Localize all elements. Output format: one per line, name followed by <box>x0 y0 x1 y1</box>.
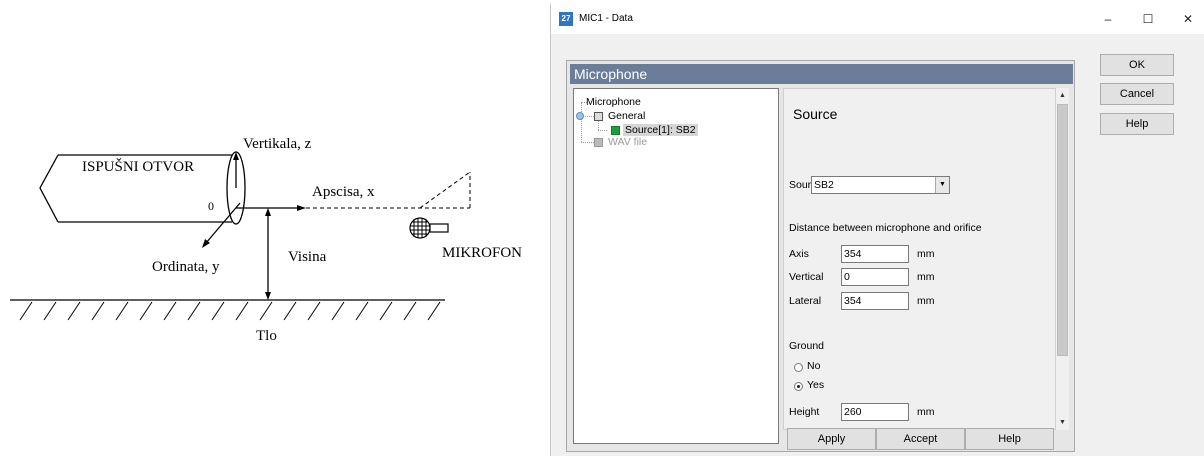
ground-heading: Ground <box>789 340 825 352</box>
window-body: Microphone Microphone General Source[1]:… <box>551 34 1204 456</box>
scroll-thumb[interactable] <box>1057 104 1068 356</box>
scroll-up-icon[interactable]: ▲ <box>1056 89 1069 102</box>
accept-button[interactable]: Accept <box>876 428 965 450</box>
mic-data-window: 27 MIC1 - Data – ☐ ✕ Microphone Micropho… <box>550 4 1204 456</box>
origin-label: 0 <box>208 199 214 213</box>
title-bar[interactable]: 27 MIC1 - Data – ☐ ✕ <box>551 4 1204 34</box>
tree-node-microphone[interactable]: Microphone <box>586 96 641 108</box>
scroll-down-icon[interactable]: ▼ <box>1056 416 1069 429</box>
exhaust-outlet-label: ISPUŠNI OTVOR <box>82 158 194 175</box>
vertical-axis-label: Vertikala, z <box>243 136 312 152</box>
height-label: Height <box>789 406 820 418</box>
height-arrow <box>265 208 271 300</box>
height-unit: mm <box>917 406 935 418</box>
ground-label: Tlo <box>256 328 277 344</box>
microphone-icon <box>409 217 449 239</box>
apply-button[interactable]: Apply <box>787 428 876 450</box>
source-node-icon <box>611 126 620 135</box>
chevron-down-icon[interactable]: ▼ <box>935 177 949 193</box>
tree-node-source-selected[interactable]: Source[1]: SB2 <box>623 124 698 136</box>
lateral-input[interactable]: 354 <box>841 292 909 310</box>
tree-node-general[interactable]: General <box>608 110 645 122</box>
axis-input[interactable]: 354 <box>841 245 909 263</box>
ground-no-label: No <box>807 360 821 372</box>
vertical-input[interactable]: 0 <box>841 268 909 286</box>
height-input[interactable]: 260 <box>841 403 909 421</box>
ground-hatching <box>10 299 445 321</box>
tree-node-wav-file[interactable]: WAV file <box>608 136 647 148</box>
cancel-button[interactable]: Cancel <box>1100 83 1174 105</box>
folder-icon <box>594 112 603 121</box>
tree-connector <box>598 121 599 130</box>
height-label: Visina <box>288 249 327 265</box>
form-title: Source <box>793 106 838 122</box>
axis-unit: mm <box>917 248 935 260</box>
abscissa-axis-label: Apscisa, x <box>312 184 375 200</box>
lateral-unit: mm <box>917 295 935 307</box>
tree-connector <box>598 130 607 131</box>
axis-label: Axis <box>789 248 809 260</box>
lateral-label: Lateral <box>789 295 822 307</box>
ground-yes-label: Yes <box>807 379 825 391</box>
wav-file-icon <box>594 138 603 147</box>
vertical-scrollbar[interactable]: ▲ ▼ <box>1055 88 1069 430</box>
ground-yes-radio[interactable] <box>794 382 803 391</box>
window-title: MIC1 - Data <box>579 13 633 24</box>
coordinate-axes <box>202 152 306 248</box>
tree-connector <box>581 142 594 143</box>
group-header: Microphone <box>570 64 1073 84</box>
app-icon: 27 <box>559 12 573 26</box>
ground-no-radio[interactable] <box>794 363 803 372</box>
ok-button[interactable]: OK <box>1100 54 1174 76</box>
exhaust-microphone-diagram: Vertikala, z ISPUŠNI OTVOR Apscisa, x 0 … <box>10 136 522 344</box>
tree-connector <box>581 102 582 142</box>
help-button[interactable]: Help <box>1100 113 1174 135</box>
help-bottom-button[interactable]: Help <box>965 428 1054 450</box>
expand-icon[interactable] <box>576 112 584 120</box>
vertical-label: Vertical <box>789 271 824 283</box>
vertical-unit: mm <box>917 271 935 283</box>
minimize-button[interactable]: – <box>1095 8 1121 30</box>
tree-view[interactable]: Microphone General Source[1]: SB2 WAV fi… <box>573 88 779 444</box>
distance-heading: Distance between microphone and orifice <box>789 222 982 234</box>
ordinate-axis-label: Ordinata, y <box>152 259 220 275</box>
microphone-label: MIKROFON <box>442 245 522 261</box>
source-select[interactable]: SB2 ▼ <box>811 176 950 194</box>
source-select-value: SB2 <box>814 179 834 191</box>
close-button[interactable]: ✕ <box>1175 8 1201 30</box>
maximize-button[interactable]: ☐ <box>1135 8 1161 30</box>
